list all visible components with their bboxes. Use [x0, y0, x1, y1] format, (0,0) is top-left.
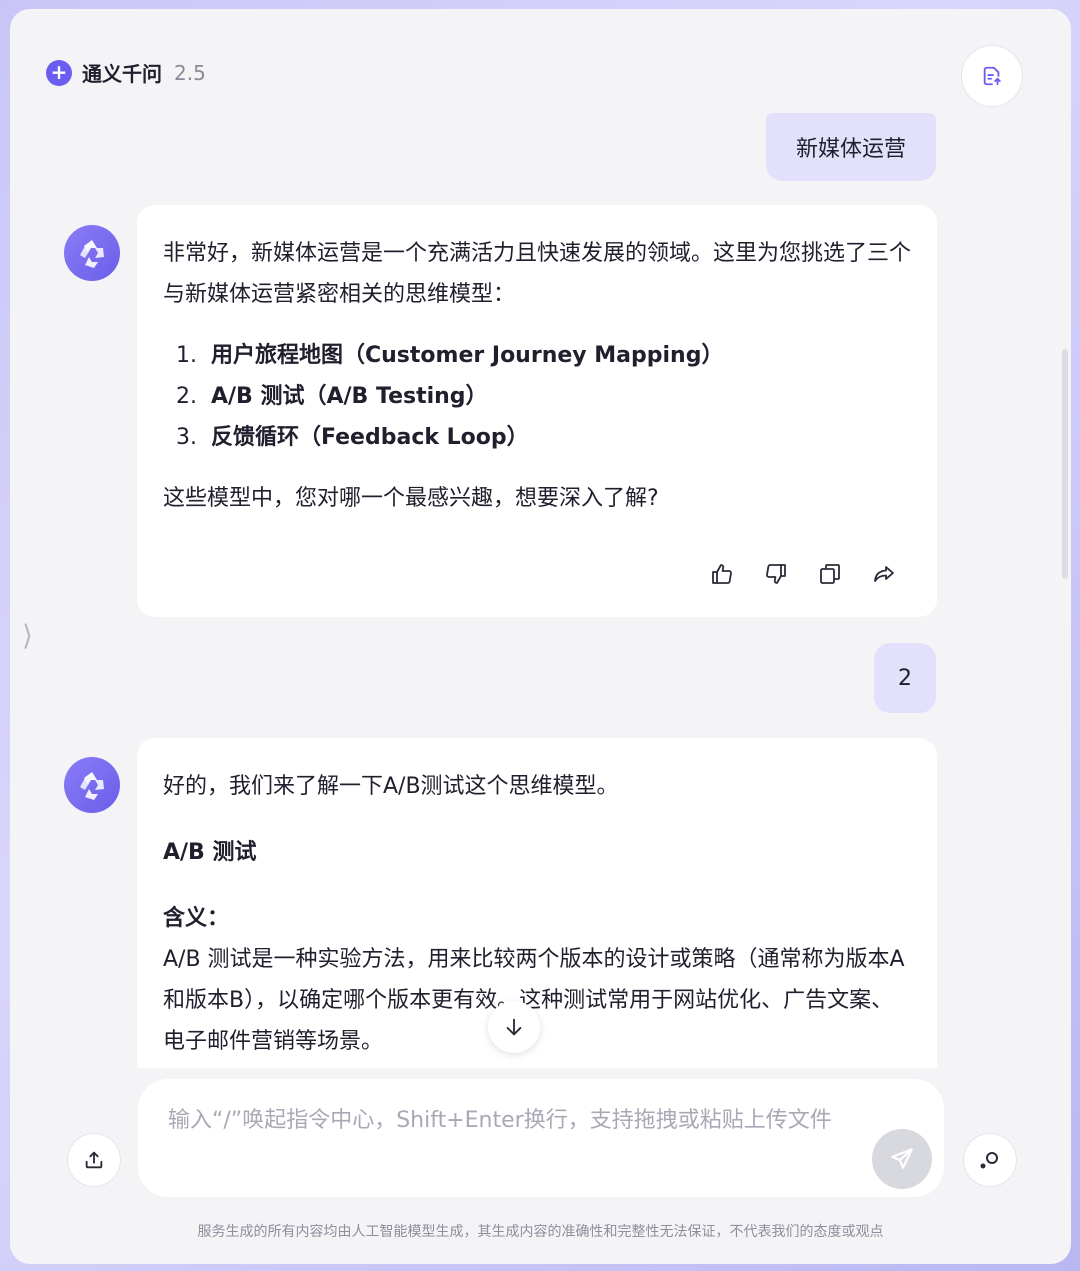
user-message: 新媒体运营: [766, 113, 936, 181]
list-item: 2. A/B 测试（A/B Testing）: [176, 384, 488, 409]
plus-icon[interactable]: +: [46, 59, 72, 86]
definition-text: A/B 测试是一种实验方法，用来比较两个版本的设计或策略（通常称为版本A和版本B…: [163, 947, 905, 1054]
message-actions: [707, 559, 899, 589]
definition-title: 含义：: [163, 906, 230, 931]
sidebar-toggle-icon[interactable]: ⟩: [22, 619, 33, 652]
scrollbar[interactable]: [1062, 349, 1068, 579]
list-item: 3. 反馈循环（Feedback Loop）: [176, 425, 529, 450]
chat-window: + 通义千问 2.5 新媒体运营 非常好，新媒体运营是一个充满活力且快速发展的领…: [10, 9, 1071, 1264]
composer: [138, 1079, 944, 1197]
app-title: 通义千问: [82, 62, 162, 86]
model-version: 2.5: [174, 60, 206, 85]
message-text: 非常好，新媒体运营是一个充满活力且快速发展的领域。这里为您挑选了三个与新媒体运营…: [163, 241, 912, 307]
send-icon: [891, 1148, 913, 1169]
message-question: 这些模型中，您对哪一个最感兴趣，想要深入了解?: [163, 486, 659, 511]
list-item: 1. 用户旅程地图（Customer Journey Mapping）: [176, 343, 724, 368]
arrow-down-icon: [506, 1018, 522, 1036]
assistant-logo-icon: [80, 772, 104, 800]
model-list: 1. 用户旅程地图（Customer Journey Mapping） 2. A/B…: [163, 335, 911, 458]
thumbs-up-icon[interactable]: [707, 559, 737, 589]
mode-button[interactable]: [963, 1133, 1017, 1187]
explore-icon: [980, 1152, 998, 1169]
brand[interactable]: + 通义千问 2.5: [46, 58, 206, 87]
section-title: A/B 测试: [163, 840, 257, 865]
copy-icon[interactable]: [815, 559, 845, 589]
message-input[interactable]: [168, 1103, 844, 1183]
document-icon: [983, 66, 1001, 86]
scroll-to-bottom-button[interactable]: [488, 1001, 540, 1053]
upload-button[interactable]: [67, 1133, 121, 1187]
message-text: 好的，我们来了解一下A/B测试这个思维模型。: [163, 774, 619, 799]
assistant-avatar: [64, 757, 120, 813]
assistant-message: 非常好，新媒体运营是一个充满活力且快速发展的领域。这里为您挑选了三个与新媒体运营…: [137, 205, 937, 617]
assistant-avatar: [64, 225, 120, 281]
user-message: 2: [874, 643, 936, 713]
share-icon[interactable]: [869, 559, 899, 589]
assistant-logo-icon: [80, 240, 104, 268]
send-button[interactable]: [872, 1129, 932, 1189]
upload-icon: [85, 1151, 103, 1169]
disclaimer: 服务生成的所有内容均由人工智能模型生成，其生成内容的准确性和完整性无法保证，不代…: [197, 1224, 884, 1240]
thumbs-down-icon[interactable]: [761, 559, 791, 589]
history-button[interactable]: [961, 45, 1023, 107]
